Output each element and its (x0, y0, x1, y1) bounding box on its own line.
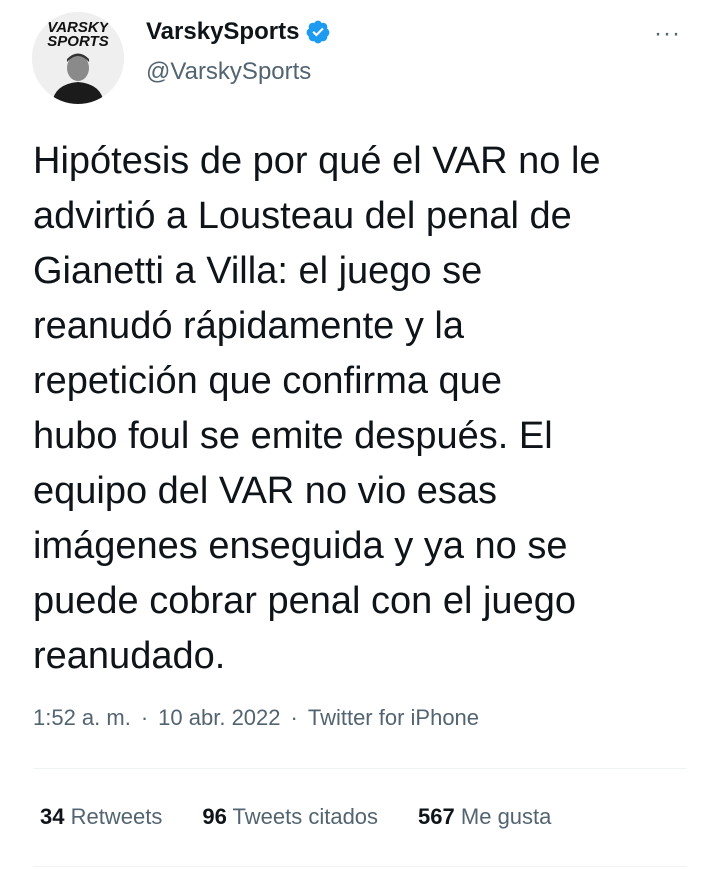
retweets-label: Retweets (70, 804, 163, 829)
display-name[interactable]: VarskySports (146, 18, 299, 46)
quotes-label: Tweets citados (232, 804, 379, 829)
display-name-row[interactable]: VarskySports (146, 18, 331, 46)
avatar[interactable]: VARSKY SPORTS (32, 12, 124, 104)
quotes-stat[interactable]: 96 Tweets citados (202, 804, 378, 830)
retweets-count: 34 (40, 804, 65, 829)
meta-separator: · (290, 705, 298, 730)
divider (33, 866, 687, 867)
tweet-stats: 34 Retweets 96 Tweets citados 567 Me gus… (40, 804, 551, 830)
verified-badge-icon (305, 19, 331, 45)
tweet-card: VARSKY SPORTS VarskySports @VarskySports… (0, 0, 719, 870)
meta-separator: · (140, 705, 149, 730)
avatar-image: VARSKY SPORTS (32, 12, 124, 104)
divider (33, 768, 687, 769)
user-handle[interactable]: @VarskySports (146, 58, 311, 86)
tweet-text: Hipótesis de por qué el VAR no le advirt… (33, 140, 601, 677)
likes-count: 567 (418, 804, 455, 829)
more-horizontal-icon[interactable]: ··· (654, 20, 681, 48)
tweet-date[interactable]: 10 abr. 2022 (158, 705, 280, 731)
likes-label: Me gusta (460, 804, 552, 829)
likes-stat[interactable]: 567 Me gusta (418, 804, 551, 830)
tweet-source[interactable]: Twitter for iPhone (308, 705, 479, 731)
tweet-meta: 1:52 a. m. · 10 abr. 2022 · Twitter for … (33, 705, 479, 731)
tweet-time[interactable]: 1:52 a. m. (33, 705, 131, 731)
avatar-logo-line2: SPORTS (47, 33, 108, 50)
quotes-count: 96 (202, 804, 227, 829)
retweets-stat[interactable]: 34 Retweets (40, 804, 162, 830)
